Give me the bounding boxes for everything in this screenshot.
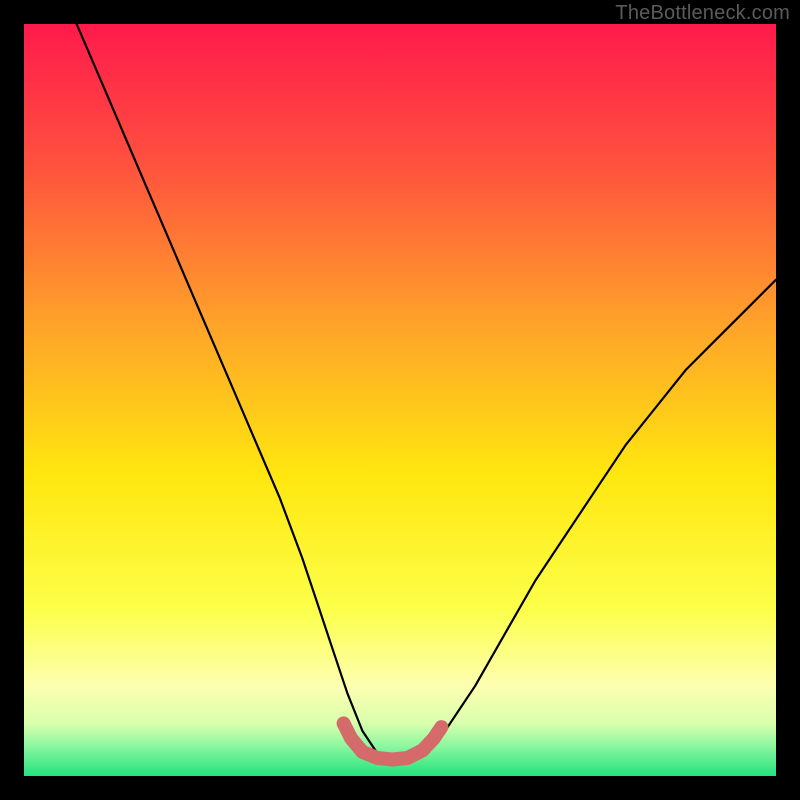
bottleneck-curve — [77, 24, 776, 761]
plot-area — [24, 24, 776, 776]
valley-markers — [344, 723, 442, 759]
watermark-text: TheBottleneck.com — [615, 2, 790, 25]
chart-frame: TheBottleneck.com — [0, 0, 800, 800]
curve-layer — [24, 24, 776, 776]
